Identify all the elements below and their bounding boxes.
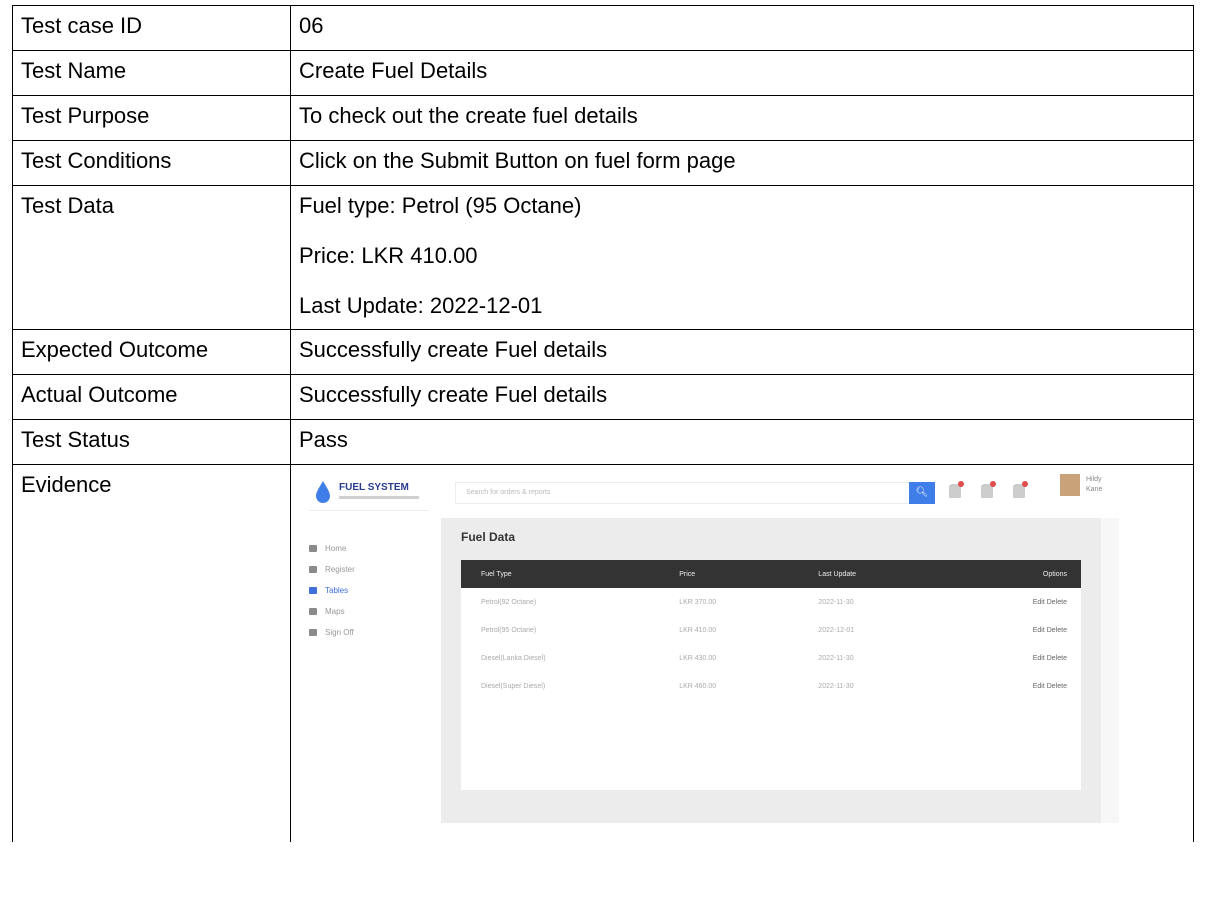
- row-test-conditions: Test Conditions Click on the Submit Butt…: [12, 140, 1194, 186]
- label-cell: Test Purpose: [12, 95, 291, 141]
- cell: LKR 410.00: [679, 626, 717, 634]
- register-icon: [309, 566, 317, 573]
- page-title: Fuel Data: [461, 530, 516, 544]
- monitor-icon: [309, 629, 317, 636]
- row-actions[interactable]: Edit Delete: [935, 588, 1081, 616]
- value-cell: To check out the create fuel details: [290, 95, 1194, 141]
- value-cell: Fuel type: Petrol (95 Octane) Price: LKR…: [290, 185, 1194, 330]
- fuel-drop-icon: [316, 481, 330, 503]
- label-cell: Evidence: [12, 464, 291, 842]
- cell: Petrol(95 Octane): [481, 626, 537, 634]
- label-cell: Test Data: [12, 185, 291, 330]
- app-logo: FUEL SYSTEM: [309, 476, 429, 511]
- cell: LKR 430.00: [679, 654, 717, 662]
- row-test-purpose: Test Purpose To check out the create fue…: [12, 95, 1194, 141]
- notification-icon[interactable]: [949, 481, 964, 498]
- app-title: FUEL SYSTEM: [339, 482, 409, 493]
- label-cell: Expected Outcome: [12, 329, 291, 375]
- table-filler: [461, 700, 1081, 790]
- value-cell: Create Fuel Details: [290, 50, 1194, 96]
- label-cell: Test Name: [12, 50, 291, 96]
- label-cell: Test Status: [12, 419, 291, 465]
- row-expected-outcome: Expected Outcome Successfully create Fue…: [12, 329, 1194, 375]
- evidence-screenshot: FUEL SYSTEM Home Register Tables Maps Si…: [299, 468, 1119, 823]
- column-header: Last Update: [798, 560, 935, 588]
- row-test-case-id: Test case ID 06: [12, 5, 1194, 51]
- row-actions[interactable]: Edit Delete: [935, 616, 1081, 644]
- value-cell: Click on the Submit Button on fuel form …: [290, 140, 1194, 186]
- cell: Diesel(Lanka Diesel): [481, 654, 546, 662]
- search-button[interactable]: 🔍︎: [909, 482, 935, 504]
- row-test-data: Test Data Fuel type: Petrol (95 Octane) …: [12, 185, 1194, 330]
- table-row: Diesel(Lanka Diesel) LKR 430.00 2022-11-…: [461, 644, 1081, 672]
- search-input[interactable]: Search for orders & reports: [455, 482, 917, 504]
- sidebar-item-tables[interactable]: Tables: [309, 580, 355, 601]
- cell: LKR 370.00: [679, 598, 717, 606]
- search-icon: 🔍︎: [915, 487, 929, 498]
- evidence-cell: FUEL SYSTEM Home Register Tables Maps Si…: [290, 464, 1194, 842]
- column-header: Options: [934, 560, 1081, 588]
- value-cell: Successfully create Fuel details: [290, 374, 1194, 420]
- label-cell: Test Conditions: [12, 140, 291, 186]
- sidebar-item-maps[interactable]: Maps: [309, 601, 355, 622]
- row-actual-outcome: Actual Outcome Successfully create Fuel …: [12, 374, 1194, 420]
- test-case-table: Test case ID 06 Test Name Create Fuel De…: [12, 5, 1194, 842]
- test-data-line: Last Update: 2022-12-01: [299, 293, 543, 318]
- sidebar-item-sign-off[interactable]: Sign Off: [309, 622, 355, 643]
- row-test-status: Test Status Pass: [12, 419, 1194, 465]
- alert-icon[interactable]: [1013, 481, 1028, 498]
- cell: Petrol(92 Octane): [481, 598, 537, 606]
- row-test-name: Test Name Create Fuel Details: [12, 50, 1194, 96]
- table-header-row: Fuel Type Price Last Update Options: [461, 560, 1081, 588]
- column-header: Price: [659, 560, 799, 588]
- cell: 2022-11-30: [818, 654, 854, 662]
- message-icon[interactable]: [981, 481, 996, 498]
- app-topbar: Search for orders & reports 🔍︎ Hildy Kan…: [441, 468, 1119, 518]
- test-data-line: Fuel type: Petrol (95 Octane): [299, 193, 582, 218]
- row-evidence: Evidence FUEL SYSTEM Home Register Table…: [12, 464, 1194, 842]
- label-cell: Actual Outcome: [12, 374, 291, 420]
- column-header: Fuel Type: [461, 560, 660, 588]
- app-subtitle-bar: [339, 496, 419, 499]
- row-actions[interactable]: Edit Delete: [935, 644, 1081, 672]
- label-cell: Test case ID: [12, 5, 291, 51]
- cell: 2022-11-30: [818, 682, 854, 690]
- value-cell: Successfully create Fuel details: [290, 329, 1194, 375]
- test-data-line: Price: LKR 410.00: [299, 243, 478, 268]
- sidebar-item-register[interactable]: Register: [309, 559, 355, 580]
- table-row: Petrol(92 Octane) LKR 370.00 2022-11-30 …: [461, 588, 1081, 616]
- app-sidebar: FUEL SYSTEM Home Register Tables Maps Si…: [299, 468, 441, 823]
- sidebar-item-home[interactable]: Home: [309, 538, 355, 559]
- value-cell: Pass: [290, 419, 1194, 465]
- cell: 2022-11-30: [818, 598, 854, 606]
- fuel-data-table: Fuel Type Price Last Update Options Petr…: [461, 560, 1081, 790]
- table-row: Diesel(Super Diesel) LKR 460.00 2022-11-…: [461, 672, 1081, 700]
- table-icon: [309, 587, 317, 594]
- cell: LKR 460.00: [679, 682, 717, 690]
- cell: 2022-12-01: [818, 626, 855, 634]
- avatar[interactable]: [1060, 474, 1080, 496]
- row-actions[interactable]: Edit Delete: [935, 672, 1081, 700]
- table-row: Petrol(95 Octane) LKR 410.00 2022-12-01 …: [461, 616, 1081, 644]
- user-menu[interactable]: Hildy Kane: [1086, 475, 1102, 495]
- home-icon: [309, 545, 317, 552]
- pin-icon: [309, 608, 317, 615]
- sidebar-nav: Home Register Tables Maps Sign Off: [309, 538, 355, 643]
- cell: Diesel(Super Diesel): [481, 682, 546, 690]
- value-cell: 06: [290, 5, 1194, 51]
- app-content: Fuel Data Fuel Type Price Last Update Op…: [441, 518, 1101, 823]
